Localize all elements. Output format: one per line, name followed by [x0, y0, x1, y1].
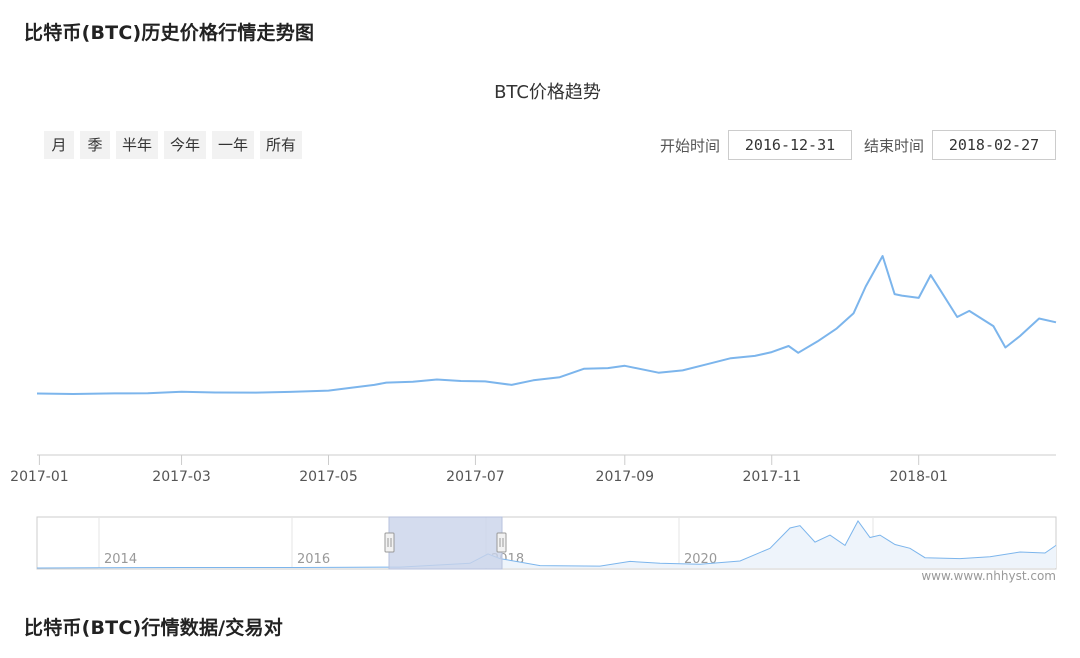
data-point [623, 364, 627, 368]
navigator-series-line [36, 520, 1057, 569]
data-point [681, 368, 685, 372]
range-button-half-year[interactable]: 半年 [116, 131, 159, 159]
section-title-market-data: 比特币(BTC)行情数据/交易对 [24, 617, 283, 639]
navigator-label-2020: 2020 [684, 552, 717, 567]
navigator-selection[interactable] [388, 516, 503, 570]
data-point [816, 339, 820, 343]
data-point [348, 386, 352, 390]
data-point [796, 351, 800, 355]
navigator: 2014 2016 2018 2020 2022 [36, 516, 1057, 570]
range-selector: 月 季 半年 今年 一年 所有 [44, 131, 303, 159]
data-point [483, 379, 487, 383]
x-tick-label: 2017-07 [446, 469, 505, 485]
data-point [991, 324, 995, 328]
x-axis: 2017-01 2017-03 2017-05 2017-07 2017-09 2017-… [10, 454, 1056, 485]
navigator-handle-left[interactable] [384, 532, 395, 553]
data-point [254, 391, 258, 395]
x-tick-label: 2017-01 [10, 469, 69, 485]
chart-title: BTC价格趋势 [494, 82, 601, 103]
end-date-input[interactable]: 2018-02-27 [932, 130, 1056, 160]
x-tick-label: 2018-01 [889, 469, 948, 485]
start-date-input[interactable]: 2016-12-31 [727, 130, 852, 160]
data-point [852, 311, 856, 315]
data-point [787, 344, 791, 348]
data-point [917, 296, 921, 300]
navigator-handle-right[interactable] [496, 532, 507, 553]
navigator-label-2022: 2022 [878, 552, 911, 567]
data-point [893, 292, 897, 296]
data-point [1054, 320, 1058, 324]
section-title-price-history: 比特币(BTC)历史价格行情走势图 [24, 22, 315, 44]
range-button-one-year[interactable]: 一年 [212, 131, 255, 159]
navigator-series-area [37, 521, 1056, 568]
data-point [938, 288, 942, 292]
series-line [36, 255, 1057, 395]
data-point [929, 273, 933, 277]
navigator-label-2014: 2014 [104, 552, 137, 567]
data-point [900, 294, 904, 298]
start-date-label: 开始时间 [659, 136, 720, 155]
data-point [864, 285, 868, 289]
range-button-ytd[interactable]: 今年 [164, 131, 207, 159]
data-point [327, 389, 331, 393]
data-point [1037, 317, 1041, 321]
range-button-quarter[interactable]: 季 [80, 131, 110, 159]
data-point [459, 379, 463, 383]
data-point [753, 354, 757, 358]
date-range-controls: 开始时间 2016-12-31 结束时间 2018-02-27 [660, 130, 1056, 160]
watermark-text: www.www.nhhyst.com [921, 569, 1056, 583]
data-point [213, 391, 217, 395]
x-tick-label: 2017-11 [742, 469, 801, 485]
data-point [606, 366, 610, 370]
navigator-label-2018: 2018 [491, 552, 524, 567]
data-point [531, 378, 535, 382]
end-date-label: 结束时间 [863, 136, 924, 155]
data-point [835, 326, 839, 330]
data-point [510, 383, 514, 387]
data-point [558, 375, 562, 379]
data-point [881, 254, 885, 258]
data-point [770, 350, 774, 354]
data-point [955, 315, 959, 319]
data-point [967, 309, 971, 313]
navigator-frame [36, 516, 1057, 570]
data-point [288, 390, 292, 394]
data-point [384, 381, 388, 385]
data-point [435, 378, 439, 382]
data-point [372, 383, 376, 387]
data-point [1018, 334, 1022, 338]
data-point [411, 380, 415, 384]
range-button-all[interactable]: 所有 [260, 131, 303, 159]
data-point [657, 371, 661, 375]
x-tick-label: 2017-09 [596, 469, 655, 485]
data-point [35, 392, 39, 396]
navigator-label-2016: 2016 [297, 552, 330, 567]
data-point [180, 390, 184, 394]
data-point [729, 356, 733, 360]
main-plot-area [35, 254, 1058, 396]
data-point [705, 362, 709, 366]
data-point [71, 392, 75, 396]
x-tick-label: 2017-03 [152, 469, 211, 485]
data-point [146, 391, 150, 395]
data-point [112, 391, 116, 395]
range-button-month[interactable]: 月 [44, 131, 74, 159]
x-tick-label: 2017-05 [299, 469, 358, 485]
data-point [582, 367, 586, 371]
data-point [1003, 346, 1007, 350]
